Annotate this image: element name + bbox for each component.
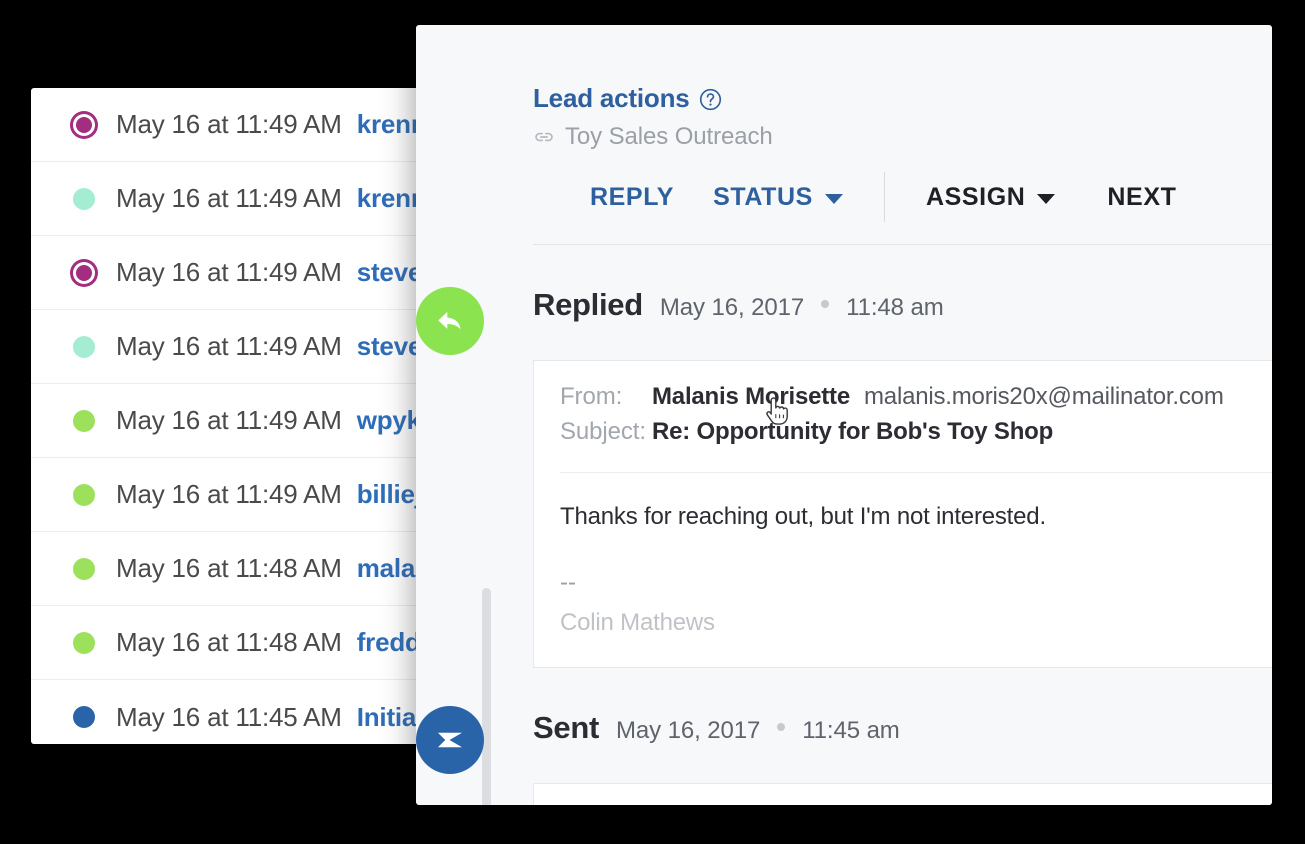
reply-button-label: REPLY bbox=[590, 182, 675, 211]
lead-date: May 16 at 11:48 AM bbox=[116, 553, 342, 583]
status-dot bbox=[73, 187, 95, 210]
toolbar-divider bbox=[883, 172, 885, 222]
campaign-row: Toy Sales Outreach bbox=[533, 123, 1272, 151]
lead-date: May 16 at 11:49 AM bbox=[116, 331, 342, 361]
lead-actions-header: Lead actions Toy Sales Outreach REPLY ST… bbox=[416, 25, 1272, 225]
link-icon bbox=[535, 132, 553, 142]
assign-button-label: ASSIGN bbox=[925, 182, 1026, 211]
help-circle-icon[interactable] bbox=[699, 88, 722, 111]
status-button[interactable]: STATUS bbox=[713, 183, 843, 212]
timeline-connector bbox=[482, 588, 491, 805]
status-dot bbox=[73, 409, 95, 432]
from-address: malanis.moris20x@mailinator.com bbox=[864, 383, 1224, 410]
event-status-label: Sent bbox=[533, 710, 599, 745]
lead-date: May 16 at 11:49 AM bbox=[116, 183, 342, 213]
send-paper-plane-icon bbox=[416, 706, 484, 774]
event-header: Sent May 16, 2017 11:45 am bbox=[533, 710, 1272, 772]
lead-date: May 16 at 11:45 AM bbox=[116, 701, 342, 732]
status-dot bbox=[73, 483, 95, 506]
event-date: May 16, 2017 bbox=[615, 717, 761, 744]
timeline-event-sent: Sent May 16, 2017 11:45 am From: Colin M… bbox=[416, 706, 1272, 805]
chevron-down-icon bbox=[1037, 193, 1056, 204]
email-card-header: From: Colin Mathews colin.mathews@gmail.… bbox=[534, 784, 1272, 805]
reply-button[interactable]: REPLY bbox=[590, 183, 674, 212]
signature-separator: -- bbox=[560, 569, 576, 596]
subject-label: Subject: bbox=[560, 418, 646, 445]
reply-arrow-icon bbox=[416, 287, 484, 355]
status-button-label: STATUS bbox=[713, 182, 813, 211]
status-dot bbox=[73, 631, 95, 654]
subject-text: Re: Opportunity for Bob's Toy Shop bbox=[652, 418, 1054, 445]
event-header: Replied May 16, 2017 11:48 am bbox=[533, 287, 1272, 349]
lead-date: May 16 at 11:49 AM bbox=[116, 479, 342, 509]
dot-separator bbox=[821, 300, 830, 308]
page-title: Lead actions bbox=[533, 83, 690, 113]
activity-timeline: Replied May 16, 2017 11:48 am From: Mala… bbox=[416, 245, 1272, 805]
assign-button[interactable]: ASSIGN bbox=[925, 182, 1056, 212]
lead-date: May 16 at 11:49 AM bbox=[116, 257, 342, 287]
from-field: From: Malanis Morisette malanis.moris20x… bbox=[560, 383, 1272, 418]
status-dot bbox=[73, 335, 95, 358]
chevron-down-icon bbox=[824, 193, 843, 204]
screenshot-stage: May 16 at 11:49 AM krenne May 16 at 11:4… bbox=[0, 0, 1305, 844]
from-name: Malanis Morisette bbox=[652, 383, 850, 410]
email-card-header: From: Malanis Morisette malanis.moris20x… bbox=[534, 361, 1272, 472]
email-body-text: Thanks for reaching out, but I'm not int… bbox=[560, 503, 1046, 530]
signature-name: Colin Mathews bbox=[560, 609, 715, 636]
from-label: From: bbox=[560, 383, 623, 410]
lead-date: May 16 at 11:49 AM bbox=[116, 405, 342, 435]
campaign-name: Toy Sales Outreach bbox=[565, 123, 773, 150]
email-card-body: Thanks for reaching out, but I'm not int… bbox=[534, 473, 1272, 667]
lead-email: Initial bbox=[356, 701, 424, 732]
next-button[interactable]: NEXT bbox=[1107, 183, 1176, 212]
email-card[interactable]: From: Colin Mathews colin.mathews@gmail.… bbox=[533, 783, 1272, 805]
lead-date: May 16 at 11:49 AM bbox=[116, 109, 342, 139]
event-status-label: Replied bbox=[533, 287, 643, 322]
event-time: 11:45 am bbox=[802, 717, 900, 744]
lead-actions-panel: Lead actions Toy Sales Outreach REPLY ST… bbox=[416, 25, 1272, 805]
status-dot bbox=[73, 261, 95, 284]
next-button-label: NEXT bbox=[1107, 182, 1177, 211]
email-card[interactable]: From: Malanis Morisette malanis.moris20x… bbox=[533, 360, 1272, 668]
status-dot bbox=[73, 557, 95, 580]
dot-separator bbox=[777, 723, 786, 731]
lead-actions-title-row: Lead actions bbox=[533, 83, 1272, 114]
status-dot bbox=[73, 113, 95, 136]
subject-field: Subject: Re: Opportunity for Bob's Toy S… bbox=[560, 418, 1272, 453]
action-toolbar: REPLY STATUS ASSIGN NEXT bbox=[533, 169, 1272, 225]
event-time: 11:48 am bbox=[846, 294, 944, 321]
status-dot bbox=[73, 706, 95, 728]
event-date: May 16, 2017 bbox=[659, 294, 805, 321]
lead-date: May 16 at 11:48 AM bbox=[116, 627, 342, 657]
timeline-event-replied: Replied May 16, 2017 11:48 am From: Mala… bbox=[416, 287, 1272, 668]
